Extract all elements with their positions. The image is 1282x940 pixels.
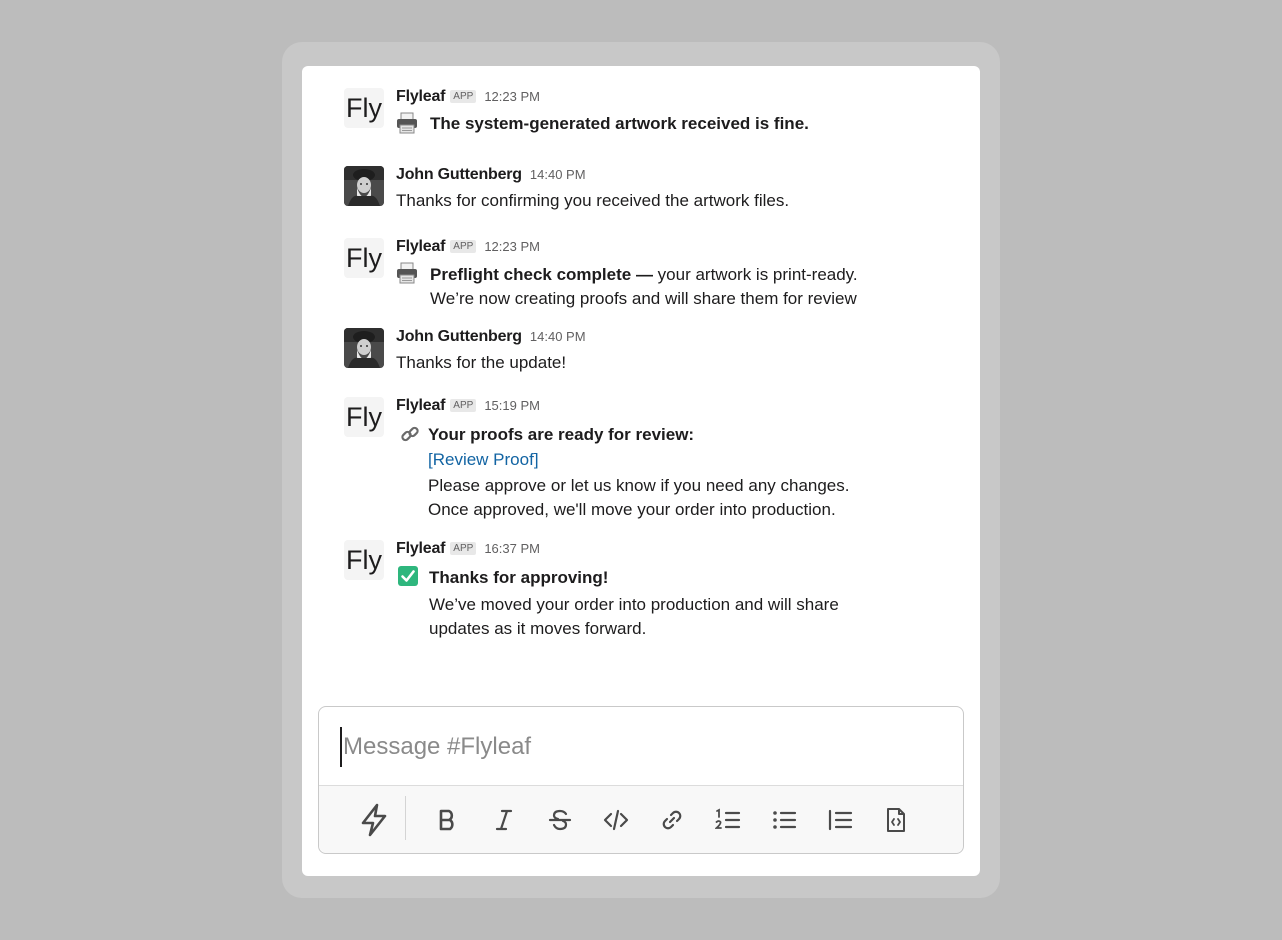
message-bold-text: Preflight check complete — — [430, 265, 653, 284]
portrait-image — [344, 328, 384, 368]
john-guttenberg-avatar[interactable] — [344, 166, 384, 206]
timestamp[interactable]: 14:40 PM — [530, 167, 586, 182]
check-mark-icon — [398, 566, 418, 586]
printer-icon — [397, 262, 417, 284]
ordered-list-icon[interactable] — [708, 800, 748, 840]
message: Fly Flyleaf APP 16:37 PM Thanks for appr… — [344, 540, 960, 640]
message-text: Thanks for approving! — [429, 568, 609, 587]
sender-name[interactable]: Flyleaf — [396, 540, 445, 558]
message-text: We’ve moved your order into production a… — [429, 595, 839, 614]
italic-icon[interactable] — [484, 800, 524, 840]
message-text: Thanks for the update! — [396, 353, 567, 372]
sender-name[interactable]: Flyleaf — [396, 88, 445, 106]
message-text: Please approve or let us know if you nee… — [428, 476, 850, 495]
timestamp[interactable]: 12:23 PM — [484, 89, 540, 104]
timestamp[interactable]: 14:40 PM — [530, 329, 586, 344]
sender-name[interactable]: John Guttenberg — [396, 328, 522, 346]
message-text: updates as it moves forward. — [429, 619, 647, 638]
portrait-image — [344, 166, 384, 206]
strikethrough-icon[interactable] — [540, 800, 580, 840]
bold-icon[interactable] — [428, 800, 468, 840]
code-block-icon[interactable] — [876, 800, 916, 840]
john-guttenberg-avatar[interactable] — [344, 328, 384, 368]
message-composer: Message #Flyleaf — [318, 706, 964, 854]
app-badge: APP — [450, 542, 477, 555]
message-text: Your proofs are ready for review: — [428, 425, 695, 444]
bulleted-list-icon[interactable] — [764, 800, 804, 840]
message-text: Preflight check complete — your artwork … — [430, 265, 858, 285]
flyleaf-avatar[interactable]: Fly — [344, 88, 384, 128]
link-icon[interactable] — [652, 800, 692, 840]
chat-window: Fly Flyleaf APP 12:23 PM The system-gene… — [302, 66, 980, 876]
timestamp[interactable]: 16:37 PM — [484, 541, 540, 556]
message: Fly Flyleaf APP 12:23 PM Preflight check… — [344, 238, 960, 318]
message-placeholder: Message #Flyleaf — [343, 733, 532, 760]
formatting-toolbar — [319, 785, 963, 853]
message: Fly Flyleaf APP 12:23 PM The system-gene… — [344, 88, 960, 138]
message: John Guttenberg 14:40 PM Thanks for the … — [344, 328, 960, 378]
message-input[interactable]: Message #Flyleaf — [319, 707, 963, 785]
code-icon[interactable] — [596, 800, 636, 840]
shortcuts-icon[interactable] — [354, 800, 394, 840]
message-text-continued: your artwork is print-ready. — [652, 265, 858, 284]
flyleaf-avatar[interactable]: Fly — [344, 540, 384, 580]
app-badge: APP — [450, 399, 477, 412]
message-text: We’re now creating proofs and will share… — [430, 289, 857, 308]
message-text: The system-generated artwork received is… — [430, 114, 809, 133]
sender-name[interactable]: Flyleaf — [396, 397, 445, 415]
review-proof-link[interactable]: [Review Proof] — [428, 450, 539, 470]
printer-icon — [397, 112, 417, 134]
flyleaf-avatar[interactable]: Fly — [344, 238, 384, 278]
text-caret — [340, 727, 342, 767]
message-text: Once approved, we'll move your order int… — [428, 500, 836, 519]
message-text: Thanks for confirming you received the a… — [396, 191, 790, 210]
app-badge: APP — [450, 240, 477, 253]
flyleaf-avatar[interactable]: Fly — [344, 397, 384, 437]
message: John Guttenberg 14:40 PM Thanks for conf… — [344, 166, 960, 216]
app-badge: APP — [450, 90, 477, 103]
timestamp[interactable]: 15:19 PM — [484, 398, 540, 413]
message: Fly Flyleaf APP 15:19 PM Your proofs are… — [344, 397, 960, 521]
sender-name[interactable]: John Guttenberg — [396, 166, 522, 184]
toolbar-divider — [405, 796, 406, 840]
timestamp[interactable]: 12:23 PM — [484, 239, 540, 254]
blockquote-icon[interactable] — [820, 800, 860, 840]
link-icon — [401, 426, 419, 442]
sender-name[interactable]: Flyleaf — [396, 238, 445, 256]
